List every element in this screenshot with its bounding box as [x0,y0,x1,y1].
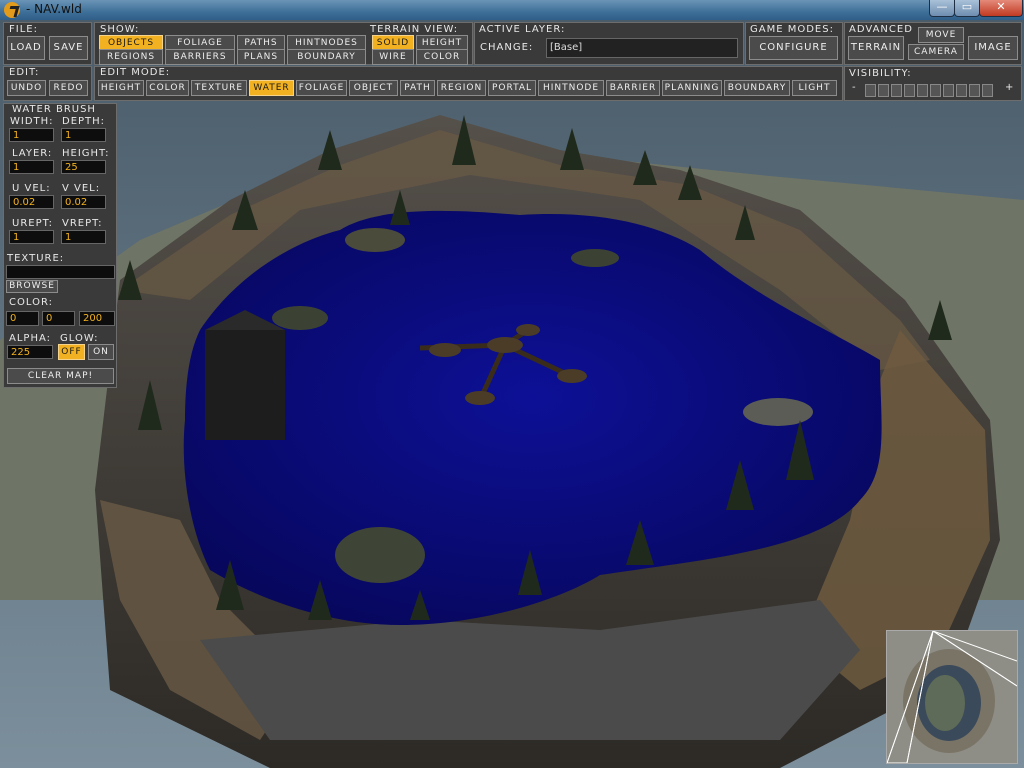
color-red-input[interactable]: 0 [6,311,39,326]
terrain-button[interactable]: Terrain [848,36,904,60]
load-button[interactable]: Load [7,36,45,60]
height-label: Height: [62,148,110,159]
vvel-input[interactable]: 0.02 [61,195,106,209]
mode-height-button[interactable]: Height [98,80,144,96]
terrain-wire-button[interactable]: Wire [372,49,414,65]
editor-window: - NAV.wld — ▭ ✕ File: Load Save Show: Ob… [0,0,1024,768]
vvel-label: V Vel: [62,183,101,194]
visibility-step-3[interactable] [891,84,902,97]
layer-label: Layer: [12,148,53,159]
edit-mode-label: Edit Mode: [100,67,171,78]
color-blue-input[interactable]: 200 [79,311,115,326]
clear-map-button[interactable]: Clear Map! [7,368,114,384]
urept-label: URept: [12,218,53,229]
window-title: - NAV.wld [26,2,82,16]
show-boundary-button[interactable]: Boundary [287,49,366,65]
urept-input[interactable]: 1 [9,230,54,244]
mode-hintnode-button[interactable]: HintNode [538,80,604,96]
visibility-minus-button[interactable]: - [852,82,857,93]
visibility-step-2[interactable] [878,84,889,97]
game-modes-label: Game Modes: [750,24,834,35]
mode-light-button[interactable]: Light [792,80,837,96]
mode-color-button[interactable]: Color [146,80,189,96]
color-green-input[interactable]: 0 [42,311,75,326]
edit-label: Edit: [9,67,40,78]
mode-texture-button[interactable]: Texture [191,80,247,96]
browse-button[interactable]: Browse [6,280,58,293]
app-logo-icon [4,2,20,18]
height-input[interactable]: 25 [61,160,106,174]
visibility-step-1[interactable] [865,84,876,97]
show-plans-button[interactable]: Plans [237,49,285,65]
mode-path-button[interactable]: Path [400,80,435,96]
width-input[interactable]: 1 [9,128,54,142]
visibility-label: Visibility: [849,68,912,79]
title-bar[interactable]: - NAV.wld — ▭ ✕ [0,0,1024,20]
visibility-step-4[interactable] [904,84,915,97]
change-label: Change: [480,42,534,53]
glow-on-button[interactable]: On [88,344,114,360]
visibility-step-7[interactable] [943,84,954,97]
minimap[interactable] [886,630,1018,764]
visibility-step-10[interactable] [982,84,993,97]
visibility-step-5[interactable] [917,84,928,97]
move-button[interactable]: Move [918,27,964,43]
terrain-color-button[interactable]: Color [416,49,468,65]
alpha-input[interactable]: 225 [7,345,53,359]
mode-object-button[interactable]: Object [349,80,398,96]
alpha-label: Alpha: [9,333,51,344]
close-button[interactable]: ✕ [979,0,1023,17]
texture-label: Texture: [7,253,65,264]
water-brush-title: Water Brush [12,104,96,115]
layer-input[interactable]: 1 [9,160,54,174]
color-label: Color: [9,297,53,308]
mode-portal-button[interactable]: Portal [488,80,536,96]
mode-planning-button[interactable]: Planning [662,80,722,96]
active-layer-field[interactable]: [Base] [546,38,738,58]
mode-water-button[interactable]: Water [249,80,294,96]
show-regions-button[interactable]: Regions [99,49,163,65]
visibility-plus-button[interactable]: + [1005,82,1014,93]
glow-off-button[interactable]: Off [58,344,85,360]
glow-label: Glow: [60,333,99,344]
image-button[interactable]: Image [968,36,1018,60]
width-label: Width: [10,116,54,127]
visibility-step-6[interactable] [930,84,941,97]
uvel-input[interactable]: 0.02 [9,195,54,209]
mode-foliage-button[interactable]: Foliage [296,80,347,96]
uvel-label: U Vel: [12,183,51,194]
depth-input[interactable]: 1 [61,128,106,142]
visibility-step-9[interactable] [969,84,980,97]
visibility-step-8[interactable] [956,84,967,97]
file-label: File: [9,24,38,35]
terrain-view-label: Terrain View: [370,24,459,35]
undo-button[interactable]: Undo [7,80,46,96]
advanced-label: Advanced [849,24,913,35]
redo-button[interactable]: Redo [49,80,88,96]
terrain-viewport[interactable] [0,20,1024,768]
minimize-button[interactable]: — [929,0,955,17]
configure-button[interactable]: Configure [749,36,838,60]
mode-boundary-button[interactable]: Boundary [724,80,790,96]
mode-region-button[interactable]: Region [437,80,486,96]
mode-barrier-button[interactable]: Barrier [606,80,660,96]
show-barriers-button[interactable]: Barriers [165,49,235,65]
active-layer-label: Active Layer: [479,24,566,35]
save-button[interactable]: Save [49,36,88,60]
show-label: Show: [100,24,140,35]
texture-input[interactable] [6,265,115,279]
vrept-input[interactable]: 1 [61,230,106,244]
minimap-terrain [886,630,1018,764]
maximize-button[interactable]: ▭ [954,0,980,17]
camera-button[interactable]: Camera [908,44,964,60]
vrept-label: VRept: [62,218,103,229]
depth-label: Depth: [62,116,106,127]
